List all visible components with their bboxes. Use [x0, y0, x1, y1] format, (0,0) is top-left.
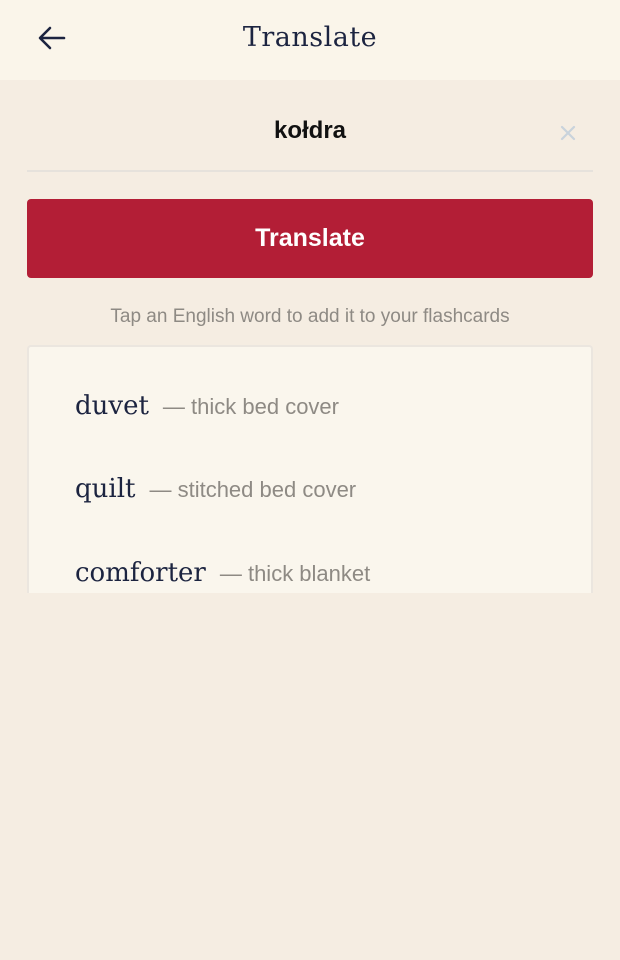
- result-definition: — stitched bed cover: [149, 477, 357, 502]
- translate-button[interactable]: Translate: [27, 199, 593, 278]
- result-definition: — thick blanket: [219, 561, 371, 586]
- result-definition: — thick bed cover: [162, 394, 339, 419]
- result-word[interactable]: comforter: [75, 558, 206, 588]
- word-input[interactable]: [87, 112, 533, 150]
- result-word[interactable]: duvet: [75, 391, 149, 421]
- result-item-duvet[interactable]: duvet — thick bed cover: [75, 391, 339, 421]
- top-app-bar: Translate: [0, 0, 620, 80]
- result-item-comforter[interactable]: comforter — thick blanket: [75, 558, 370, 588]
- page-title: Translate: [242, 22, 378, 53]
- close-icon: [560, 125, 576, 146]
- clear-button[interactable]: [555, 122, 581, 148]
- word-input-row: [27, 100, 593, 172]
- result-item-quilt[interactable]: quilt — stitched bed cover: [75, 474, 356, 504]
- translation-results: duvet — thick bed cover quilt — stitched…: [27, 345, 593, 593]
- flashcard-hint: Tap an English word to add it to your fl…: [110, 306, 510, 327]
- translate-screen: Translate Translate Tap an English word …: [0, 0, 620, 960]
- result-word[interactable]: quilt: [75, 474, 135, 504]
